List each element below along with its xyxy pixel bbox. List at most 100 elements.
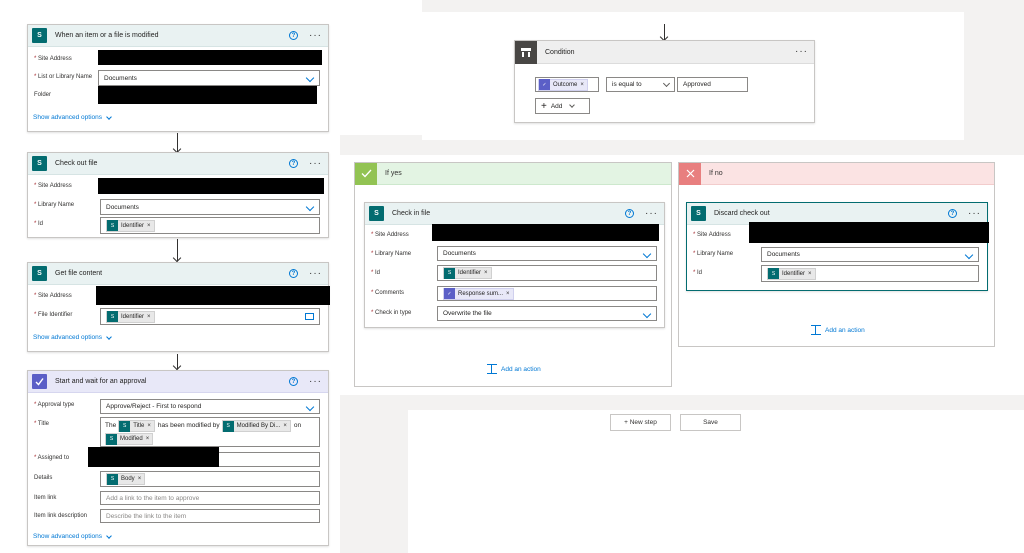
help-icon[interactable]: ? bbox=[289, 31, 298, 40]
more-options-icon[interactable]: ··· bbox=[309, 30, 322, 41]
chevron-down-icon bbox=[569, 102, 576, 108]
if-no-header[interactable]: If no bbox=[679, 162, 994, 185]
save-button[interactable]: Save bbox=[680, 414, 741, 431]
remove-token-icon[interactable]: × bbox=[808, 271, 812, 277]
title-label: * Title bbox=[34, 421, 50, 427]
connector-arrow bbox=[664, 24, 665, 40]
remove-token-icon[interactable]: × bbox=[138, 476, 142, 482]
help-icon[interactable]: ? bbox=[289, 159, 298, 168]
remove-token-icon[interactable]: × bbox=[580, 82, 584, 88]
remove-token-icon[interactable]: × bbox=[147, 314, 151, 320]
if-yes-branch[interactable]: If yes S Check in file ? ··· * Site Addr… bbox=[354, 162, 672, 387]
connector-arrow bbox=[177, 133, 178, 152]
remove-token-icon[interactable]: × bbox=[147, 223, 151, 229]
getfile-card[interactable]: S Get file content ? ··· * Site Address … bbox=[27, 262, 330, 352]
checkin-card[interactable]: S Check in file ? ··· * Site Address * L… bbox=[364, 202, 665, 328]
add-condition-button[interactable]: + Add bbox=[535, 98, 590, 114]
more-options-icon[interactable]: ··· bbox=[968, 208, 981, 219]
more-options-icon[interactable]: ··· bbox=[795, 47, 808, 57]
library-name-dropdown[interactable]: Documents bbox=[437, 246, 657, 261]
remove-token-icon[interactable]: × bbox=[146, 436, 150, 442]
identifier-token[interactable]: S Identifier × bbox=[443, 267, 492, 279]
modified-by-token[interactable]: S Modified By Di... × bbox=[221, 420, 291, 432]
comments-field[interactable]: ✓ Response sum... × bbox=[437, 286, 657, 301]
checkout-card[interactable]: S Check out file ? ··· * Site Address * … bbox=[27, 152, 329, 238]
condition-operator-dropdown[interactable]: is equal to bbox=[606, 77, 675, 92]
title-token[interactable]: S Title × bbox=[118, 420, 155, 432]
assigned-to-label: * Assigned to bbox=[34, 455, 70, 461]
check-in-type-label: * Check in type bbox=[371, 310, 412, 316]
id-field[interactable]: S Identifier × bbox=[437, 265, 657, 281]
site-address-label: * Site Address bbox=[693, 232, 731, 238]
new-step-button[interactable]: + New step bbox=[610, 414, 671, 431]
remove-token-icon[interactable]: × bbox=[147, 423, 151, 429]
details-label: Details bbox=[34, 475, 53, 481]
remove-token-icon[interactable]: × bbox=[484, 270, 488, 276]
approval-title: Start and wait for an approval bbox=[55, 378, 147, 385]
more-options-icon[interactable]: ··· bbox=[645, 208, 658, 219]
checkin-header[interactable]: S Check in file ? ··· bbox=[365, 203, 664, 225]
item-link-description-field[interactable]: Describe the link to the item bbox=[100, 509, 320, 523]
id-field[interactable]: S Identifier × bbox=[761, 265, 979, 282]
list-name-dropdown[interactable]: Documents bbox=[98, 70, 320, 86]
folder-picker-icon[interactable] bbox=[305, 313, 314, 320]
checkout-header[interactable]: S Check out file ? ··· bbox=[28, 153, 328, 175]
approval-header[interactable]: Start and wait for an approval ? ··· bbox=[28, 371, 328, 393]
discard-checkout-card[interactable]: S Discard check out ? ··· * Site Address… bbox=[686, 202, 989, 291]
connector-arrow bbox=[177, 239, 178, 261]
if-yes-header[interactable]: If yes bbox=[355, 162, 671, 185]
response-summary-token[interactable]: ✓ Response sum... × bbox=[443, 287, 514, 300]
identifier-token[interactable]: S Identifier × bbox=[106, 219, 155, 232]
help-icon[interactable]: ? bbox=[289, 269, 298, 278]
trigger-title: When an item or a file is modified bbox=[55, 32, 159, 39]
trigger-header[interactable]: S When an item or a file is modified ? ·… bbox=[28, 25, 328, 47]
add-an-action-button[interactable]: Add an action bbox=[811, 325, 865, 335]
item-link-field[interactable]: Add a link to the item to approve bbox=[100, 491, 320, 505]
list-name-label: * List or Library Name bbox=[34, 74, 93, 80]
approval-card[interactable]: Start and wait for an approval ? ··· * A… bbox=[27, 370, 329, 546]
remove-token-icon[interactable]: × bbox=[506, 291, 510, 297]
more-options-icon[interactable]: ··· bbox=[309, 268, 322, 279]
help-icon[interactable]: ? bbox=[948, 209, 957, 218]
sharepoint-icon: S bbox=[107, 311, 118, 322]
more-options-icon[interactable]: ··· bbox=[309, 376, 322, 387]
modified-token[interactable]: S Modified × bbox=[105, 433, 154, 445]
show-advanced-options-link[interactable]: Show advanced options bbox=[33, 113, 112, 121]
condition-left-operand[interactable]: ✓ Outcome × bbox=[535, 77, 599, 92]
chevron-down-icon bbox=[964, 250, 974, 260]
outcome-token[interactable]: ✓ Outcome × bbox=[538, 78, 588, 91]
condition-card[interactable]: Condition ··· ✓ Outcome × is equal to Appr… bbox=[514, 40, 815, 123]
folder-label: Folder bbox=[34, 92, 52, 98]
add-an-action-button[interactable]: Add an action bbox=[487, 364, 541, 374]
check-in-type-dropdown[interactable]: Overwrite the file bbox=[437, 306, 657, 321]
if-no-branch[interactable]: If no S Discard check out ? ··· * Site A… bbox=[678, 162, 995, 347]
show-advanced-options-link[interactable]: Show advanced options bbox=[33, 333, 112, 341]
body-token[interactable]: S Body × bbox=[106, 473, 146, 485]
library-name-label: * Library Name bbox=[34, 202, 75, 208]
redacted-folder bbox=[98, 86, 317, 104]
checkout-title: Check out file bbox=[55, 160, 98, 167]
condition-right-operand[interactable]: Approved bbox=[677, 77, 748, 92]
trigger-card[interactable]: S When an item or a file is modified ? ·… bbox=[27, 24, 329, 132]
condition-header[interactable]: Condition ··· bbox=[515, 40, 814, 64]
help-icon[interactable]: ? bbox=[625, 209, 634, 218]
file-identifier-field[interactable]: S Identifier × bbox=[100, 308, 320, 325]
site-address-label: * Site Address bbox=[34, 183, 72, 189]
remove-token-icon[interactable]: × bbox=[283, 423, 287, 429]
show-advanced-options-link[interactable]: Show advanced options bbox=[33, 532, 112, 540]
identifier-token[interactable]: S Identifier × bbox=[767, 267, 816, 280]
sharepoint-icon: S bbox=[119, 420, 131, 432]
identifier-token[interactable]: S Identifier × bbox=[106, 310, 155, 323]
help-icon[interactable]: ? bbox=[289, 377, 298, 386]
more-options-icon[interactable]: ··· bbox=[309, 158, 322, 169]
sharepoint-icon: S bbox=[369, 206, 384, 221]
details-field[interactable]: S Body × bbox=[100, 471, 320, 487]
chevron-down-icon bbox=[305, 202, 315, 212]
sharepoint-icon: S bbox=[768, 268, 779, 279]
getfile-header[interactable]: S Get file content ? ··· bbox=[28, 263, 328, 285]
library-name-dropdown[interactable]: Documents bbox=[761, 247, 979, 262]
approval-type-dropdown[interactable]: Approve/Reject - First to respond bbox=[100, 399, 320, 414]
library-name-dropdown[interactable]: Documents bbox=[100, 199, 320, 215]
title-field[interactable]: The S Title × has been modified by S Modifi… bbox=[100, 417, 320, 447]
id-field[interactable]: S Identifier × bbox=[100, 217, 320, 234]
